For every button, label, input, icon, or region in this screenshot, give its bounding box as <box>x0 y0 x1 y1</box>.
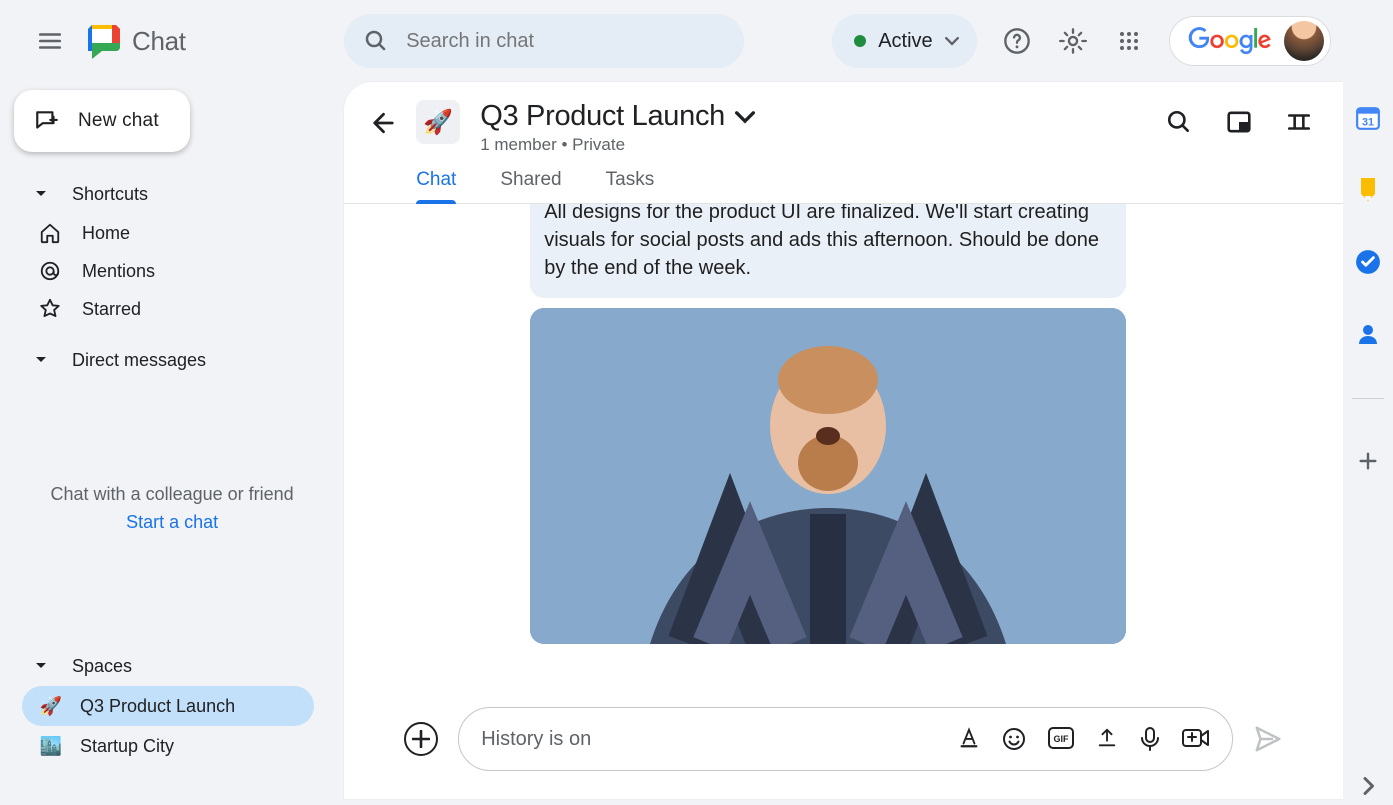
tab-chat[interactable]: Chat <box>416 169 456 203</box>
search-in-chat-icon[interactable] <box>1163 106 1195 138</box>
message-text: All designs for the product UI are final… <box>530 204 1126 298</box>
google-account-pill[interactable] <box>1169 16 1331 66</box>
space-label: Startup City <box>80 736 174 757</box>
room-icon: 🚀 <box>416 100 460 144</box>
city-icon: 🏙️ <box>40 735 62 757</box>
nav-starred[interactable]: Starred <box>34 290 344 328</box>
help-icon[interactable] <box>1001 25 1033 57</box>
composer-placeholder: History is on <box>481 728 939 751</box>
search-input[interactable] <box>406 30 724 53</box>
chat-panel: 🚀 Q3 Product Launch 1 member • Private <box>344 82 1342 799</box>
status-dot-icon <box>854 35 866 47</box>
sidebar-top: Chat <box>0 10 344 72</box>
dm-label: Direct messages <box>72 350 206 371</box>
room-subtitle: 1 member • Private <box>480 135 755 155</box>
composer-row: History is on GIF <box>344 691 1342 799</box>
side-panel: 31 <box>1343 0 1393 805</box>
mentions-icon <box>38 260 62 282</box>
panel-icon[interactable] <box>1223 106 1255 138</box>
dm-empty-hint: Chat with a colleague or friend Start a … <box>0 480 344 536</box>
keep-icon[interactable] <box>1354 176 1382 204</box>
chevron-down-icon <box>34 190 48 198</box>
chat-header: 🚀 Q3 Product Launch 1 member • Private <box>344 82 1342 155</box>
chevron-down-icon[interactable] <box>735 110 755 124</box>
rail-divider <box>1352 398 1384 399</box>
search-icon <box>364 29 388 53</box>
nav-mentions[interactable]: Mentions <box>34 252 344 290</box>
status-selector[interactable]: Active <box>832 14 976 68</box>
space-item-q3-product-launch[interactable]: 🚀 Q3 Product Launch <box>22 686 314 726</box>
chevron-down-icon <box>34 662 48 670</box>
home-icon <box>38 222 62 244</box>
calendar-icon[interactable]: 31 <box>1354 104 1382 132</box>
sidebar: Chat New chat Shortcuts Home Mentions <box>0 0 344 805</box>
contacts-icon[interactable] <box>1354 320 1382 348</box>
topbar: Active <box>344 0 1342 82</box>
top-actions <box>1001 16 1331 66</box>
shortcuts-label: Shortcuts <box>72 184 148 205</box>
message-area: All designs for the product UI are final… <box>344 204 1342 691</box>
upload-icon[interactable] <box>1096 727 1118 751</box>
message-input[interactable]: History is on GIF <box>458 707 1232 771</box>
tab-tasks[interactable]: Tasks <box>606 169 655 203</box>
dm-hint-text: Chat with a colleague or friend <box>30 480 314 508</box>
main-column: Active <box>344 0 1342 805</box>
rocket-icon: 🚀 <box>40 695 62 717</box>
chevron-down-icon <box>34 356 48 364</box>
tab-shared[interactable]: Shared <box>500 169 561 203</box>
new-chat-button[interactable]: New chat <box>14 90 190 152</box>
nav-mentions-label: Mentions <box>82 261 155 282</box>
tasks-icon[interactable] <box>1354 248 1382 276</box>
apps-icon[interactable] <box>1113 25 1145 57</box>
user-avatar[interactable] <box>1284 21 1324 61</box>
get-addons-icon[interactable] <box>1354 447 1382 475</box>
app-name: Chat <box>132 26 186 57</box>
add-button[interactable] <box>404 722 438 756</box>
new-chat-label: New chat <box>78 110 159 132</box>
gif-icon[interactable]: GIF <box>1048 727 1074 751</box>
nav-starred-label: Starred <box>82 299 141 320</box>
settings-icon[interactable] <box>1057 25 1089 57</box>
space-item-startup-city[interactable]: 🏙️ Startup City <box>22 726 314 766</box>
dm-header[interactable]: Direct messages <box>34 340 344 380</box>
spaces-label: Spaces <box>72 656 132 677</box>
video-icon[interactable] <box>1182 727 1210 751</box>
shortcuts-header[interactable]: Shortcuts <box>34 174 344 214</box>
nav-home-label: Home <box>82 223 130 244</box>
emoji-icon[interactable] <box>1002 727 1026 751</box>
chevron-down-icon <box>945 36 959 46</box>
back-button[interactable] <box>366 108 396 138</box>
tabs: Chat Shared Tasks <box>344 155 1342 204</box>
space-label: Q3 Product Launch <box>80 696 235 717</box>
room-title[interactable]: Q3 Product Launch <box>480 100 725 133</box>
format-icon[interactable] <box>958 727 980 751</box>
svg-text:GIF: GIF <box>1053 734 1069 744</box>
main-menu-icon[interactable] <box>34 25 66 57</box>
spaces-header[interactable]: Spaces <box>34 646 344 686</box>
svg-text:31: 31 <box>1362 117 1374 129</box>
mic-icon[interactable] <box>1140 727 1160 751</box>
search-box[interactable] <box>344 14 744 68</box>
nav-home[interactable]: Home <box>34 214 344 252</box>
google-logo-icon <box>1186 27 1274 55</box>
pin-icon[interactable] <box>1283 106 1315 138</box>
chat-logo[interactable]: Chat <box>84 21 186 61</box>
send-button[interactable] <box>1253 724 1283 754</box>
head-actions <box>1163 106 1315 138</box>
star-icon <box>38 298 62 320</box>
status-label: Active <box>878 30 932 53</box>
start-chat-link[interactable]: Start a chat <box>126 512 218 532</box>
message-image[interactable] <box>530 308 1126 644</box>
hide-side-panel-icon[interactable] <box>1359 777 1377 795</box>
